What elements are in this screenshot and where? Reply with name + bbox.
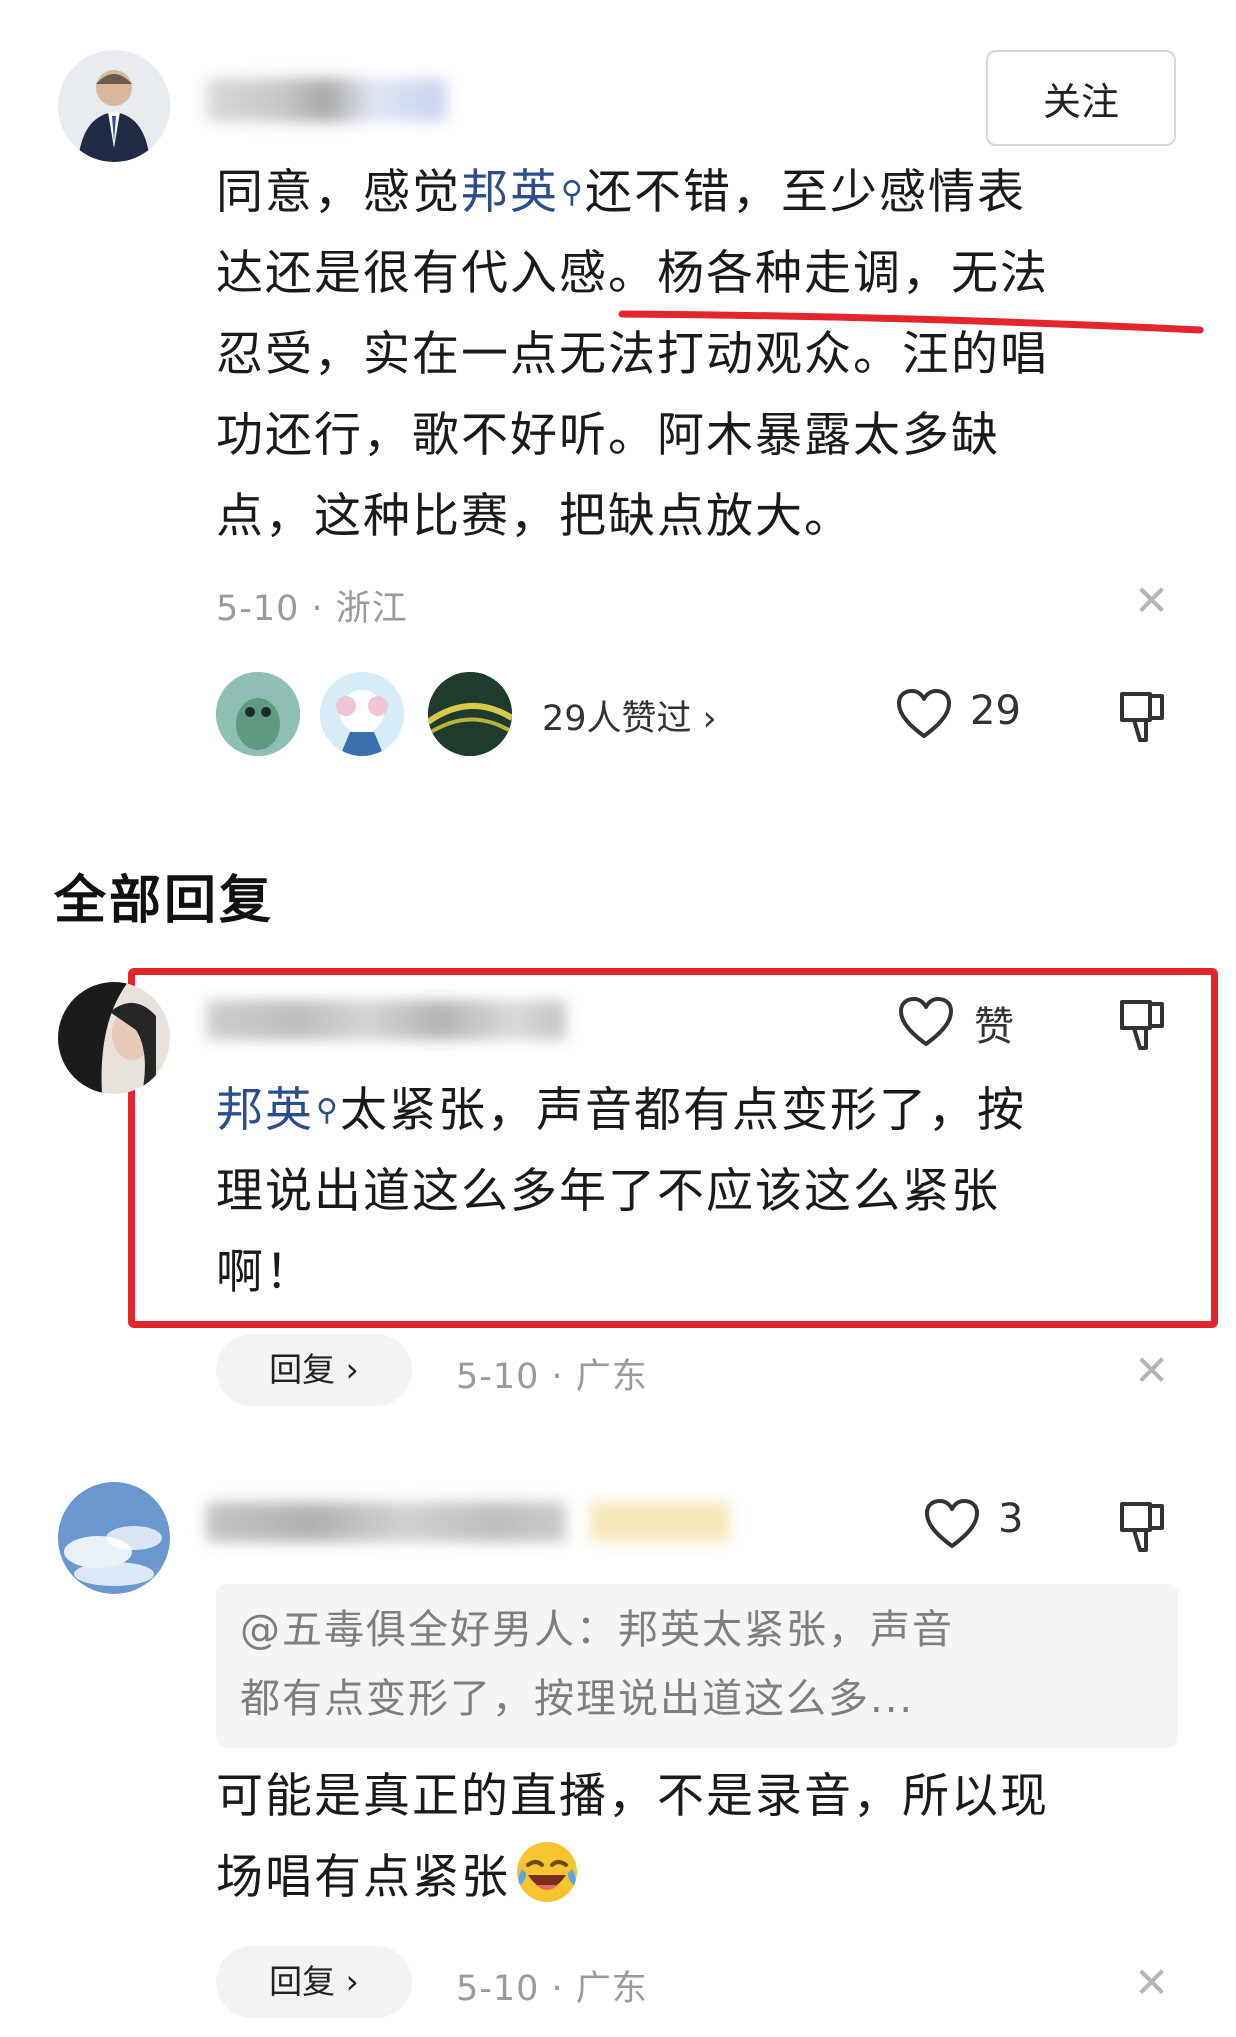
- search-icon: ⚲: [561, 175, 585, 210]
- reply-text: 场唱有点紧张: [216, 1850, 510, 1905]
- comment-text-before: 同意，感觉: [216, 165, 461, 220]
- section-title: 全部回复: [54, 871, 275, 931]
- close-icon[interactable]: ✕: [1134, 576, 1169, 625]
- reply-line-1: 邦英⚲太紧张，声音都有点变形了，按: [216, 1070, 1176, 1151]
- comment-body: 同意，感觉邦英⚲还不错，至少感情表 达还是很有代入感。杨各种走调，无法 忍受，实…: [216, 152, 1176, 557]
- username-blurred: [206, 1000, 566, 1040]
- username-blurred: [206, 1502, 566, 1542]
- username-blurred: [206, 78, 446, 122]
- reply-line-3: 啊！: [216, 1245, 314, 1300]
- liker-avatar[interactable]: [428, 672, 512, 756]
- close-icon[interactable]: ✕: [1134, 1958, 1169, 2007]
- reply-body: 邦英⚲太紧张，声音都有点变形了，按 理说出道这么多年了不应该这么紧张 啊！: [216, 1070, 1176, 1313]
- reply-button[interactable]: 回复 ›: [216, 1946, 412, 2018]
- comment-text-after: 还不错，至少感情表: [584, 165, 1026, 220]
- reply-body: 可能是真正的直播，不是录音，所以现 场唱有点紧张: [216, 1756, 1176, 1918]
- liker-avatar[interactable]: [320, 672, 404, 756]
- dislike-icon[interactable]: [1118, 998, 1168, 1052]
- mention-link[interactable]: 邦英: [216, 1083, 314, 1138]
- reply-meta: 5-10 · 广东: [456, 1969, 648, 2009]
- quote-line-1: @五毒俱全好男人：邦英太紧张，声音: [240, 1607, 954, 1653]
- follow-button[interactable]: 关注: [986, 50, 1176, 146]
- dislike-icon[interactable]: [1118, 690, 1168, 744]
- avatar[interactable]: [58, 50, 170, 162]
- mention-link[interactable]: 邦英: [461, 165, 559, 220]
- heart-icon[interactable]: [924, 1498, 980, 1550]
- comment-meta: 5-10 · 浙江: [216, 589, 408, 629]
- quoted-reply[interactable]: @五毒俱全好男人：邦英太紧张，声音 都有点变形了，按理说出道这么多...: [216, 1584, 1178, 1748]
- heart-icon[interactable]: [896, 688, 952, 740]
- reply-line-1: 可能是真正的直播，不是录音，所以现: [216, 1769, 1049, 1824]
- user-badge-blurred: [590, 1502, 730, 1542]
- reply-line-2: 理说出道这么多年了不应该这么紧张: [216, 1164, 1000, 1219]
- quote-line-2: 都有点变形了，按理说出道这么多...: [240, 1676, 915, 1722]
- likes-summary-link[interactable]: 29人赞过 ›: [542, 690, 717, 741]
- search-icon: ⚲: [316, 1093, 340, 1128]
- dislike-icon[interactable]: [1118, 1500, 1168, 1554]
- red-underline-annotation: [618, 310, 1204, 334]
- like-count: 29: [970, 688, 1021, 734]
- comment-line-4: 功还行，歌不好听。阿木暴露太多缺: [216, 408, 1000, 463]
- reply-text: 太紧张，声音都有点变形了，按: [339, 1083, 1026, 1138]
- like-label[interactable]: 赞: [974, 994, 1014, 1052]
- follow-label: 关注: [1042, 79, 1119, 124]
- like-count: 3: [998, 1496, 1024, 1542]
- comment-line-5: 点，这种比赛，把缺点放大。: [216, 489, 853, 544]
- avatar[interactable]: [58, 982, 170, 1094]
- reply-line-2: 场唱有点紧张: [216, 1837, 1176, 1918]
- liker-avatar[interactable]: [216, 672, 300, 756]
- reply-meta: 5-10 · 广东: [456, 1357, 648, 1397]
- close-icon[interactable]: ✕: [1134, 1346, 1169, 1395]
- comment-line-1: 同意，感觉邦英⚲还不错，至少感情表: [216, 152, 1176, 233]
- quoted-reply-text: @五毒俱全好男人：邦英太紧张，声音 都有点变形了，按理说出道这么多...: [240, 1596, 954, 1734]
- reply-button[interactable]: 回复 ›: [216, 1334, 412, 1406]
- heart-icon[interactable]: [898, 996, 954, 1048]
- laughing-crying-emoji-icon: [517, 1842, 577, 1902]
- avatar[interactable]: [58, 1482, 170, 1594]
